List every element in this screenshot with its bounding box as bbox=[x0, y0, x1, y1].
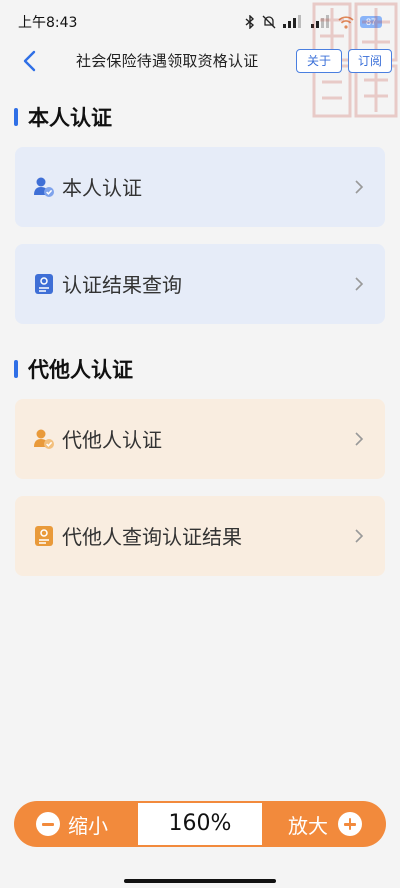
section-title-text: 代他人认证 bbox=[28, 358, 133, 382]
signal-icon bbox=[283, 15, 301, 28]
document-user-icon bbox=[35, 526, 53, 546]
minus-circle-icon bbox=[36, 812, 60, 836]
home-indicator[interactable] bbox=[124, 879, 276, 883]
section-accent-bar bbox=[14, 108, 18, 126]
card-self-certification[interactable]: 本人认证 bbox=[15, 147, 385, 227]
card-label: 本人认证 bbox=[62, 176, 142, 200]
bell-muted-icon bbox=[262, 15, 276, 29]
battery-icon: 87 bbox=[360, 16, 382, 28]
user-check-icon bbox=[34, 177, 54, 197]
back-arrow-icon[interactable] bbox=[18, 49, 42, 73]
nav-header: 社会保险待遇领取资格认证 关于 订阅 bbox=[0, 44, 400, 78]
card-proxy-result-query[interactable]: 代他人查询认证结果 bbox=[15, 496, 385, 576]
status-icons: 87 bbox=[244, 15, 382, 29]
chevron-right-icon bbox=[355, 432, 364, 446]
chevron-right-icon bbox=[355, 529, 364, 543]
section-title-self: 本人认证 bbox=[14, 102, 112, 132]
zoom-in-label: 放大 bbox=[288, 813, 328, 838]
user-check-icon bbox=[34, 429, 54, 449]
card-label: 认证结果查询 bbox=[62, 273, 182, 297]
chevron-right-icon bbox=[355, 277, 364, 291]
zoom-in-button[interactable]: 放大 bbox=[262, 801, 386, 847]
bluetooth-icon bbox=[245, 15, 255, 29]
plus-circle-icon bbox=[338, 812, 362, 836]
zoom-level: 160% bbox=[138, 803, 262, 845]
signal-icon-2 bbox=[311, 15, 329, 28]
zoom-control: 缩小 160% 放大 bbox=[14, 801, 386, 847]
section-title-others: 代他人认证 bbox=[14, 354, 133, 384]
page-title: 社会保险待遇领取资格认证 bbox=[76, 52, 259, 70]
card-result-query[interactable]: 认证结果查询 bbox=[15, 244, 385, 324]
card-label: 代他人认证 bbox=[62, 428, 162, 452]
section-title-text: 本人认证 bbox=[28, 106, 112, 130]
status-bar: 上午8:43 87 bbox=[0, 0, 400, 44]
section-accent-bar bbox=[14, 360, 18, 378]
chevron-right-icon bbox=[355, 180, 364, 194]
zoom-out-button[interactable]: 缩小 bbox=[14, 801, 138, 847]
subscribe-button[interactable]: 订阅 bbox=[348, 49, 392, 73]
wifi-icon bbox=[338, 15, 354, 29]
status-time: 上午8:43 bbox=[18, 15, 78, 31]
card-label: 代他人查询认证结果 bbox=[62, 525, 242, 549]
card-proxy-certification[interactable]: 代他人认证 bbox=[15, 399, 385, 479]
about-button[interactable]: 关于 bbox=[296, 49, 342, 73]
document-user-icon bbox=[35, 274, 53, 294]
zoom-out-label: 缩小 bbox=[68, 813, 108, 838]
